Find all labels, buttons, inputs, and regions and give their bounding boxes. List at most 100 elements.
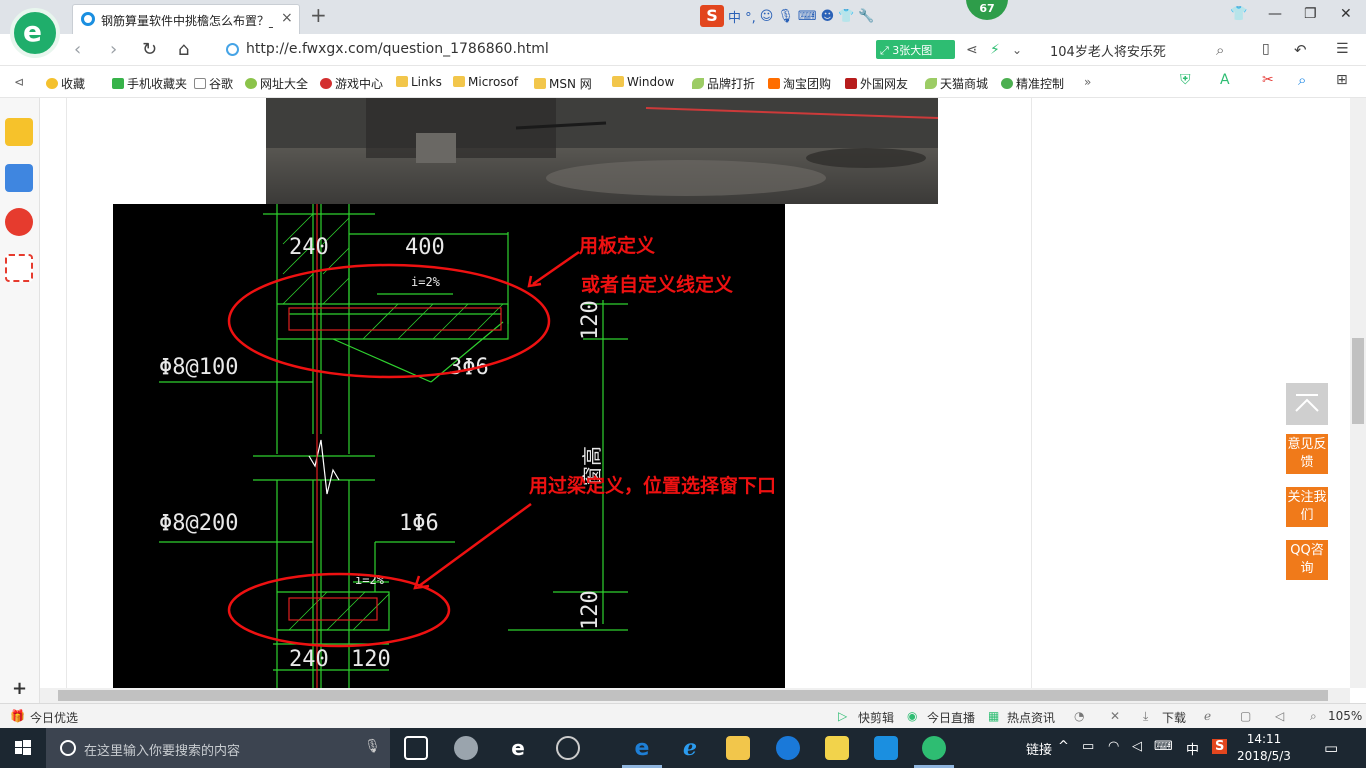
close-window-button[interactable]: ✕ <box>1340 6 1352 22</box>
battery-icon[interactable]: ▭ <box>1082 739 1094 754</box>
add-sidebar-icon[interactable]: + <box>12 678 27 699</box>
internet-explorer-icon[interactable]: ℯ <box>678 736 702 761</box>
follow-us-button[interactable]: 关注我们 <box>1286 487 1328 527</box>
favorites-more-button[interactable]: » <box>1084 75 1091 89</box>
shield-icon[interactable]: ⛨ <box>1180 72 1191 88</box>
weather-badge[interactable]: 67 <box>966 0 1008 20</box>
fav-item-8[interactable]: Window <box>612 75 674 89</box>
mic-icon[interactable]: 🎙 <box>364 739 381 754</box>
tab-close-icon[interactable]: × <box>281 10 293 26</box>
collapse-sidebar-icon[interactable]: ⊲ <box>14 75 24 89</box>
today-picks-link[interactable]: 今日优选 <box>30 709 78 726</box>
grid-icon[interactable]: ⊞ <box>1336 72 1348 88</box>
emoji-icon[interactable]: ☺ <box>760 9 774 24</box>
menu-icon[interactable]: ☰ <box>1336 41 1349 57</box>
share-icon[interactable]: ⋖ <box>966 42 978 58</box>
search-icon[interactable]: ⌕ <box>1216 41 1224 59</box>
live-link[interactable]: 今日直播 <box>927 709 975 726</box>
skin-button-icon[interactable]: 👕 <box>1230 6 1247 22</box>
pin-icon[interactable]: ✕ <box>1110 709 1120 723</box>
360-browser-taskbar-icon[interactable] <box>922 736 946 760</box>
quick-cut-link[interactable]: 快剪辑 <box>858 709 894 726</box>
sogou-logo-icon[interactable]: S <box>700 5 724 27</box>
vertical-scroll-thumb[interactable] <box>1352 338 1364 424</box>
fav-item-10[interactable]: 淘宝团购 <box>768 75 831 92</box>
chevron-down-icon[interactable]: ⌄ <box>1012 43 1022 57</box>
fav-item-3[interactable]: 网址大全 <box>245 75 308 92</box>
fav-item-13[interactable]: 精准控制 <box>1001 75 1064 92</box>
fav-item-0[interactable]: 收藏 <box>46 75 85 92</box>
big-image-button[interactable]: ⤢ 3张大图 <box>876 40 955 59</box>
mobile-icon[interactable]: ▯ <box>1262 41 1270 57</box>
browser-tab[interactable]: 钢筋算量软件中挑檐怎么布置？_ × <box>72 4 300 34</box>
mic-icon[interactable]: 🎙 <box>777 9 794 24</box>
favorites-star-icon[interactable] <box>5 118 33 146</box>
notification-icon[interactable]: ▭ <box>1324 739 1338 757</box>
feedback-button[interactable]: 意见反馈 <box>1286 434 1328 474</box>
pinwheel-app-icon[interactable] <box>454 736 478 760</box>
speaker-icon[interactable]: ◁ <box>1132 739 1142 754</box>
task-view-icon[interactable] <box>404 736 428 760</box>
tools-icon[interactable]: 🔧 <box>858 9 874 24</box>
undo-icon[interactable]: ↶ <box>1294 41 1307 59</box>
fav-item-4[interactable]: 游戏中心 <box>320 75 383 92</box>
rebar-main-bottom: 1Φ6 <box>399 511 439 536</box>
skin-icon[interactable]: 👕 <box>838 9 854 24</box>
back-button[interactable]: ‹ <box>74 39 81 60</box>
translate-icon[interactable]: A <box>1220 72 1230 88</box>
volume-icon[interactable]: ◁ <box>1275 709 1284 723</box>
fav-item-12[interactable]: 天猫商城 <box>925 75 988 92</box>
taskbar-search[interactable]: 在这里输入你要搜索的内容 🎙 <box>46 728 390 768</box>
hot-news-link[interactable]: 热点资讯 <box>1007 709 1055 726</box>
ime-indicator[interactable]: 中 <box>1186 739 1199 758</box>
taskbar-clock[interactable]: 14:11 2018/5/3 <box>1232 731 1296 765</box>
edge-legacy-icon[interactable]: e <box>506 736 530 760</box>
chevron-up-icon[interactable]: ^ <box>1058 739 1069 754</box>
new-tab-button[interactable]: + <box>310 3 327 27</box>
weibo-icon[interactable] <box>5 208 33 236</box>
file-explorer-icon[interactable] <box>726 736 750 760</box>
forward-button[interactable]: › <box>110 39 117 60</box>
user-icon[interactable]: ☻ <box>821 9 835 24</box>
notes-app-icon[interactable] <box>825 736 849 760</box>
calculator-app-icon[interactable] <box>874 736 898 760</box>
fav-item-9[interactable]: 品牌打折 <box>692 75 755 92</box>
scissors-icon[interactable]: ✂ <box>1262 72 1274 88</box>
fav-item-1[interactable]: 手机收藏夹 <box>112 75 187 92</box>
news-headline[interactable]: 104岁老人将安乐死 <box>1050 41 1166 60</box>
minimize-button[interactable]: — <box>1268 6 1282 22</box>
fav-item-6[interactable]: Microsof <box>453 75 518 89</box>
horizontal-scroll-thumb[interactable] <box>58 690 1328 701</box>
download-link[interactable]: 下载 <box>1162 709 1186 726</box>
fav-item-7[interactable]: MSN 网 <box>534 75 592 92</box>
speed-gauge-icon[interactable]: ◔ <box>1074 709 1084 723</box>
tray-link-label[interactable]: 链接 <box>1026 739 1052 758</box>
refresh-button[interactable]: ↻ <box>142 39 157 60</box>
url-text[interactable]: http://e.fwxgx.com/question_1786860.html <box>246 41 549 57</box>
address-bar[interactable]: http://e.fwxgx.com/question_1786860.html <box>224 38 858 62</box>
qq-consult-button[interactable]: QQ咨询 <box>1286 540 1328 580</box>
ime-mode-label[interactable]: 中 °, <box>728 7 756 26</box>
back-to-top-button[interactable] <box>1286 383 1328 425</box>
magnifier-icon[interactable]: ⌕ <box>1298 71 1306 89</box>
fav-item-11[interactable]: 外国网友 <box>845 75 908 92</box>
keyboard-icon[interactable]: ⌨ <box>798 9 817 24</box>
window-icon[interactable]: ▢ <box>1240 709 1251 723</box>
360-browser-logo[interactable]: e <box>10 8 60 58</box>
edge-icon[interactable]: e <box>630 736 654 761</box>
home-button[interactable]: ⌂ <box>178 39 189 60</box>
reader-icon[interactable] <box>5 164 33 192</box>
zoom-level[interactable]: 105% <box>1328 709 1362 723</box>
maximize-button[interactable]: ❐ <box>1304 6 1317 22</box>
glodon-app-icon[interactable] <box>776 736 800 760</box>
spiral-app-icon[interactable] <box>556 736 580 760</box>
mail-icon[interactable] <box>5 254 33 282</box>
ie-mode-icon[interactable]: ℯ <box>1204 709 1211 723</box>
speed-icon[interactable]: ⚡ <box>990 42 1000 58</box>
keyboard-icon[interactable]: ⌨ <box>1154 739 1173 754</box>
fav-item-5[interactable]: Links <box>396 75 442 89</box>
fav-item-2[interactable]: 谷歌 <box>194 75 233 92</box>
wifi-icon[interactable]: ◠ <box>1108 739 1119 754</box>
start-button[interactable] <box>0 728 46 768</box>
sogou-tray-icon[interactable]: S <box>1212 739 1228 754</box>
